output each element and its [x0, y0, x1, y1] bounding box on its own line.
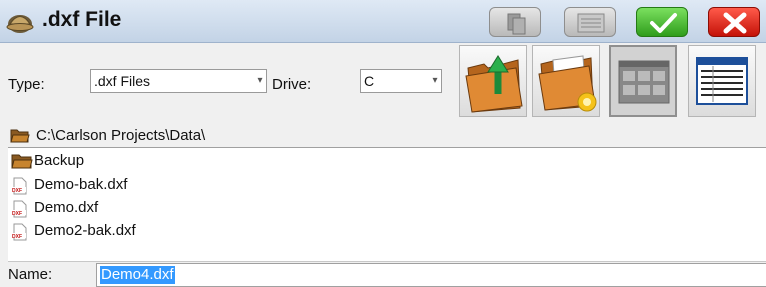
file-name: Demo.dxf — [34, 199, 99, 216]
window-title: .dxf File — [42, 8, 122, 31]
new-folder-button[interactable] — [532, 45, 600, 117]
type-select-value: .dxf Files — [94, 73, 151, 89]
file-list[interactable]: Backup DXF Demo-bak.dxf DXF Demo.dxf DXF… — [8, 147, 766, 262]
type-select[interactable]: .dxf Files ▾ — [90, 69, 267, 93]
icon-view-icon — [618, 60, 670, 104]
file-name: Demo2-bak.dxf — [34, 222, 136, 239]
drive-select-value: C — [364, 73, 375, 89]
current-path: C:\Carlson Projects\Data\ — [0, 124, 766, 148]
file-name: Backup — [34, 152, 85, 169]
open-folder-icon — [10, 129, 30, 143]
list-view-button[interactable] — [688, 45, 756, 117]
folder-icon — [11, 154, 33, 169]
file-name: Demo-bak.dxf — [34, 176, 128, 193]
list-icon — [577, 13, 605, 33]
dxf-file-icon: DXF — [12, 177, 27, 195]
copy-button[interactable] — [489, 7, 541, 37]
ok-button[interactable] — [636, 7, 688, 37]
svg-text:DXF: DXF — [12, 188, 22, 194]
close-icon — [723, 12, 747, 34]
type-label: Type: — [8, 76, 45, 93]
list-item[interactable]: DXF Demo.dxf — [8, 197, 308, 219]
up-folder-button[interactable] — [459, 45, 527, 117]
copy-icon — [507, 13, 526, 35]
list-view-icon — [696, 57, 748, 105]
drive-select[interactable]: C ▾ — [360, 69, 442, 93]
list-item[interactable]: DXF Demo-bak.dxf — [8, 174, 308, 196]
list-item[interactable]: DXF Demo2-bak.dxf — [8, 220, 308, 242]
dropdown-arrow-icon[interactable]: ▾ — [431, 70, 439, 92]
list-button[interactable] — [564, 7, 616, 37]
file-name-input-value: Demo4.dxf — [100, 266, 175, 284]
svg-text:DXF: DXF — [12, 211, 22, 217]
name-label: Name: — [8, 266, 53, 283]
dropdown-arrow-icon[interactable]: ▾ — [256, 70, 264, 92]
folder-new-icon — [538, 55, 597, 112]
drive-label: Drive: — [272, 76, 312, 93]
hard-hat-icon — [6, 15, 34, 33]
dxf-file-icon: DXF — [12, 223, 27, 241]
checkmark-icon — [650, 13, 677, 33]
title-bar: .dxf File — [0, 0, 766, 43]
folder-up-icon — [465, 55, 523, 113]
name-row: Name: Demo4.dxf — [0, 262, 766, 287]
svg-text:DXF: DXF — [12, 234, 22, 240]
current-path-text: C:\Carlson Projects\Data\ — [36, 127, 206, 144]
cancel-button[interactable] — [708, 7, 760, 37]
file-name-input[interactable]: Demo4.dxf — [96, 263, 766, 287]
icon-view-button[interactable] — [609, 45, 677, 117]
list-item[interactable]: Backup — [8, 150, 308, 172]
dxf-file-icon: DXF — [12, 200, 27, 218]
